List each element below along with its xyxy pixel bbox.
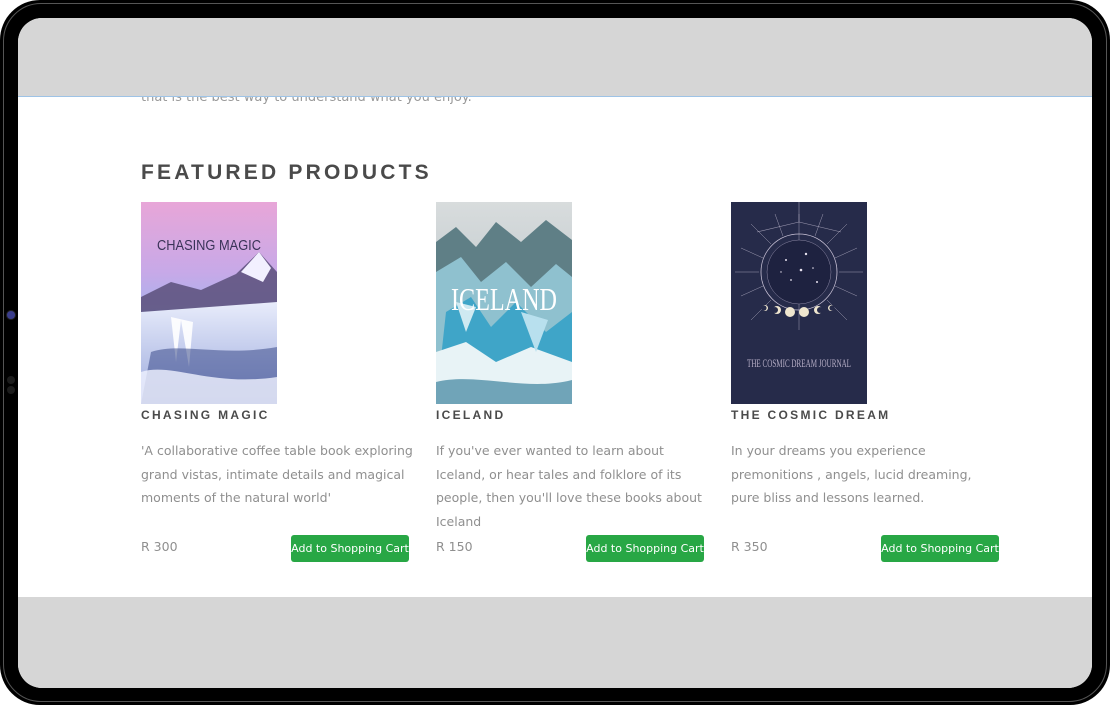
header-bar [18,18,1092,97]
product-price: R 150 [436,539,473,554]
product-title[interactable]: CHASING MAGIC [141,408,411,422]
product-description: In your dreams you experience premonitio… [731,443,972,505]
sensor-dot [7,386,15,394]
product-cover-image[interactable]: THE COSMIC DREAM JOURNAL [731,202,867,404]
cover-title: THE COSMIC DREAM JOURNAL [747,356,851,370]
product-description: If you've ever wanted to learn about Ice… [436,443,702,529]
section-title: FEATURED PRODUCTS [141,161,432,184]
cover-title: ICELAND [451,281,557,317]
product-price: R 300 [141,539,178,554]
camera-icon [7,311,15,319]
product-price: R 350 [731,539,768,554]
product-description: 'A collaborative coffee table book explo… [141,443,413,505]
product-card: THE COSMIC DREAM JOURNAL THE COSMIC DREA… [731,202,1001,562]
sensor-dot [7,376,15,384]
screen: that is the best way to understand what … [18,18,1092,688]
product-card: CHASING MAGIC CHASING MAGIC 'A collabora… [141,202,413,562]
product-title[interactable]: THE COSMIC DREAM [731,408,1001,422]
product-title[interactable]: ICELAND [436,408,706,422]
footer-bar [18,597,1092,688]
product-cover-image[interactable]: CHASING MAGIC [141,202,277,404]
add-to-cart-button[interactable]: Add to Shopping Cart [881,535,999,562]
product-cover-image[interactable]: ICELAND [436,202,572,404]
add-to-cart-button[interactable]: Add to Shopping Cart [586,535,704,562]
add-to-cart-button[interactable]: Add to Shopping Cart [291,535,409,562]
tablet-frame: that is the best way to understand what … [0,0,1110,705]
product-card: ICELAND ICELAND If you've ever wanted to… [436,202,706,562]
cover-title: CHASING MAGIC [157,237,261,254]
